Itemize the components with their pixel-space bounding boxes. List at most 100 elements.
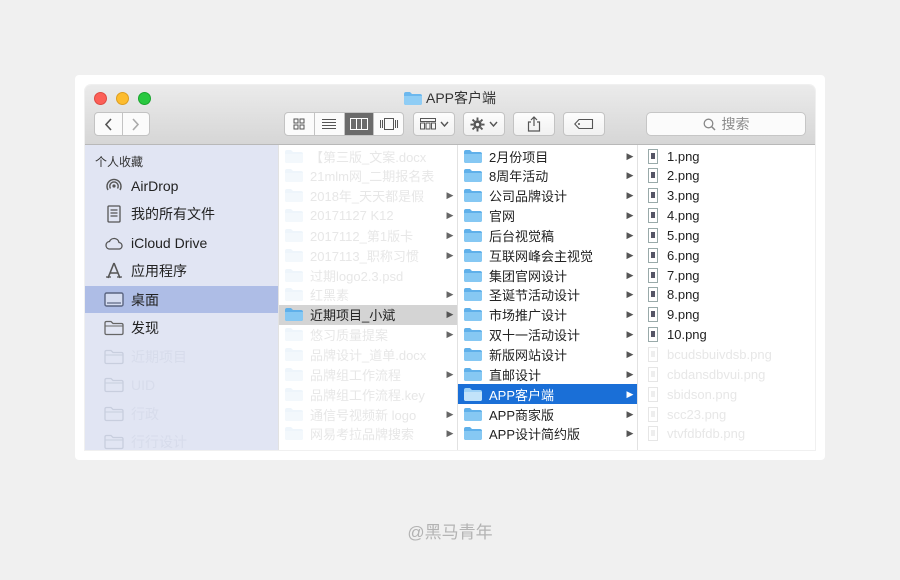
back-button[interactable] — [95, 113, 123, 135]
folder-row[interactable]: 近期项目_小斌 ▶ — [279, 304, 457, 325]
folder-row[interactable]: 20171127 K12 ▶ — [279, 206, 457, 226]
folder-row[interactable]: 红黑素 ▶ — [279, 285, 457, 305]
folder-icon — [464, 367, 482, 381]
row-name: sbidson.png — [667, 386, 738, 402]
disclosure-arrow-icon: ▶ — [626, 190, 634, 201]
row-name: 10.png — [667, 327, 707, 343]
sidebar-item[interactable]: AirDrop — [85, 172, 278, 199]
folder-row[interactable]: 通信号视频新 logo ▶ — [279, 404, 457, 424]
folder-icon — [464, 248, 482, 262]
folder-row[interactable]: APP客户端 ▶ — [458, 384, 637, 405]
folder-row[interactable]: 后台视觉稿 ▶ — [458, 225, 637, 245]
disclosure-arrow-icon: ▶ — [626, 289, 634, 300]
row-name: 悠习质量提案 — [310, 328, 389, 344]
folder-row[interactable]: 2017112_第1版卡 ▶ — [279, 225, 457, 245]
folder-row[interactable]: APP商家版 ▶ — [458, 404, 637, 424]
folder-row[interactable]: 【第三版_文案.docx — [279, 146, 457, 166]
gear-icon — [470, 116, 485, 132]
folder-icon — [285, 189, 303, 203]
folder-icon — [285, 169, 303, 183]
folder-row[interactable]: 品牌组工作流程.key — [279, 384, 457, 404]
row-name: 2月份项目 — [489, 149, 549, 165]
folder-row[interactable]: 集团官网设计 ▶ — [458, 265, 637, 285]
forward-button[interactable] — [123, 113, 149, 135]
folder-row[interactable]: 公司品牌设计 ▶ — [458, 186, 637, 206]
share-button[interactable] — [513, 112, 555, 136]
sidebar-item[interactable]: 行政 — [85, 400, 278, 427]
file-row[interactable]: 1.png — [638, 146, 815, 166]
folder-row[interactable]: 2月份项目 ▶ — [458, 146, 637, 166]
folder-row[interactable]: 21mlm网_二期报名表 — [279, 166, 457, 186]
file-row[interactable]: vtvfdbfdb.png — [638, 424, 815, 444]
folder-row[interactable]: 8周年活动 ▶ — [458, 166, 637, 186]
sidebar-section-title: 个人收藏 — [95, 155, 144, 169]
folder-row[interactable]: APP设计简约版 ▶ — [458, 424, 637, 444]
folder-row[interactable]: 双十一活动设计 ▶ — [458, 325, 637, 345]
folder-row[interactable]: 直邮设计 ▶ — [458, 364, 637, 384]
file-row[interactable]: 4.png — [638, 206, 815, 226]
file-row[interactable]: scc23.png — [638, 404, 815, 424]
folder-icon — [403, 92, 422, 105]
sidebar-item[interactable]: 近期项目 — [85, 343, 278, 370]
row-name: 官网 — [489, 209, 516, 225]
arrange-button[interactable] — [413, 112, 455, 136]
file-row[interactable]: 6.png — [638, 245, 815, 265]
row-name: vtvfdbfdb.png — [667, 426, 746, 442]
disclosure-arrow-icon: ▶ — [446, 408, 454, 419]
image-file-icon — [648, 227, 658, 243]
sidebar-item[interactable]: UID — [85, 372, 278, 399]
folder-row[interactable]: 2018年_天天都是假 ▶ — [279, 186, 457, 206]
folder-row[interactable]: 2017113_职称习惯 ▶ — [279, 245, 457, 265]
file-row[interactable]: 5.png — [638, 225, 815, 245]
folder-row[interactable]: 官网 ▶ — [458, 206, 637, 226]
folder-icon — [464, 268, 482, 282]
chevron-right-icon — [132, 117, 140, 131]
sidebar-item[interactable]: 桌面 — [85, 286, 278, 313]
folder-icon — [285, 228, 303, 242]
folder-row[interactable]: 品牌组工作流程 ▶ — [279, 364, 457, 384]
disclosure-arrow-icon: ▶ — [626, 428, 634, 439]
folder-row[interactable]: 网易考拉品牌搜索 ▶ — [279, 424, 457, 444]
folder-row[interactable]: 市场推广设计 ▶ — [458, 305, 637, 325]
image-file-icon — [648, 148, 658, 164]
folder-row[interactable]: 品牌设计_道单.docx — [279, 345, 457, 365]
file-row[interactable]: sbidson.png — [638, 384, 815, 404]
folder-row[interactable]: 过期logo2.3.psd — [279, 265, 457, 285]
disclosure-arrow-icon: ▶ — [626, 368, 634, 379]
list-view-button[interactable] — [315, 113, 345, 135]
file-row[interactable]: 2.png — [638, 166, 815, 186]
row-name: 6.png — [667, 247, 700, 263]
sidebar-item[interactable]: 行行设计 — [85, 429, 278, 450]
tag-button[interactable] — [563, 112, 605, 136]
file-row[interactable]: 3.png — [638, 186, 815, 206]
search-field[interactable]: 搜索 — [646, 112, 806, 136]
image-file-icon — [648, 406, 658, 422]
gallery-view-button[interactable] — [374, 113, 403, 135]
disclosure-arrow-icon: ▶ — [626, 150, 634, 161]
disclosure-arrow-icon: ▶ — [626, 229, 634, 240]
sidebar-item[interactable]: 应用程序 — [85, 258, 278, 285]
file-row[interactable]: 8.png — [638, 285, 815, 305]
sidebar-item[interactable]: 发现 — [85, 315, 278, 342]
folder-icon — [285, 149, 303, 163]
sidebar-item-label: 我的所有文件 — [131, 206, 215, 222]
icon-view-button[interactable] — [285, 113, 315, 135]
column-view-button[interactable] — [344, 113, 375, 135]
row-name: scc23.png — [667, 406, 727, 422]
file-row[interactable]: 7.png — [638, 265, 815, 285]
folder-row[interactable]: 互联网峰会主视觉 ▶ — [458, 245, 637, 265]
row-name: 互联网峰会主视觉 — [489, 248, 594, 264]
file-row[interactable]: 9.png — [638, 305, 815, 325]
folder-icon — [103, 433, 125, 450]
row-name: 新版网站设计 — [489, 348, 568, 363]
file-row[interactable]: cbdansdbvui.png — [638, 364, 815, 384]
folder-row[interactable]: 圣诞节活动设计 ▶ — [458, 285, 637, 305]
file-row[interactable]: bcudsbuivdsb.png — [638, 345, 815, 365]
sidebar-item[interactable]: iCloud Drive — [85, 229, 278, 256]
sidebar-item[interactable]: 我的所有文件 — [85, 201, 278, 228]
file-row[interactable]: 10.png — [638, 325, 815, 345]
window-title: APP客户端 — [85, 88, 815, 108]
action-button[interactable] — [463, 112, 505, 136]
folder-row[interactable]: 悠习质量提案 ▶ — [279, 325, 457, 345]
folder-row[interactable]: 新版网站设计 ▶ — [458, 345, 637, 365]
